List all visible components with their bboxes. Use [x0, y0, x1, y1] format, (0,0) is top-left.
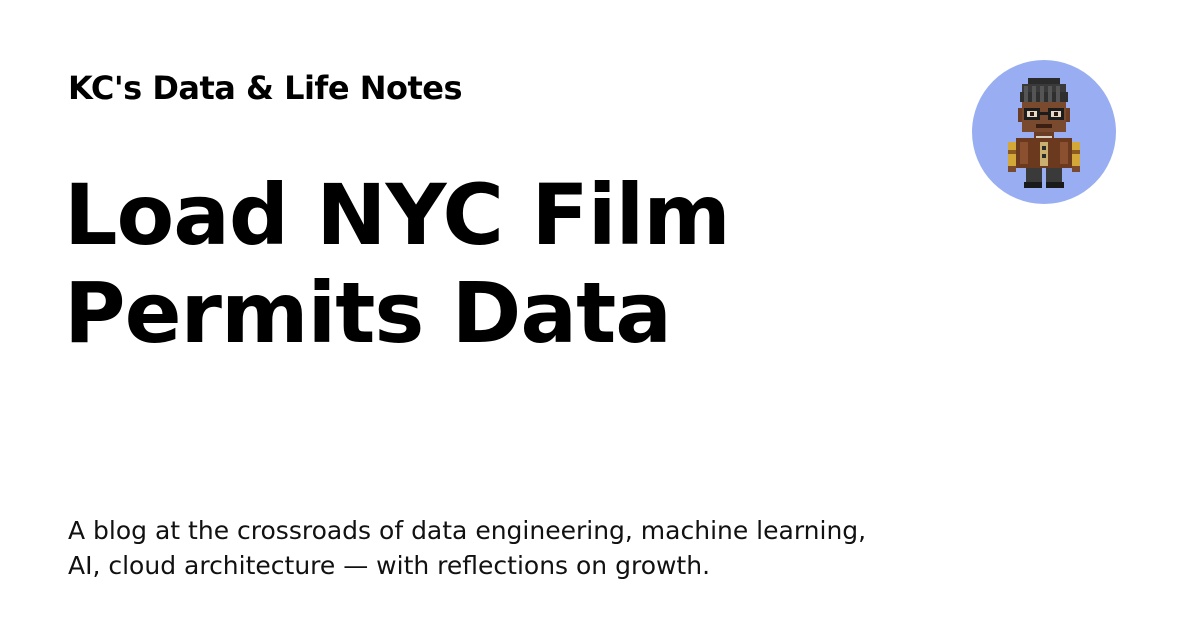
og-card: KC's Data & Life Notes Load NYC Film Per… [0, 0, 1200, 630]
post-title-line-1: Load NYC Film [64, 166, 731, 264]
site-description-line-1: A blog at the crossroads of data enginee… [68, 516, 867, 545]
avatar [972, 60, 1116, 204]
site-description-line-2: AI, cloud architecture — with reflection… [68, 551, 711, 580]
post-title: Load NYC Film Permits Data [64, 166, 864, 362]
site-description: A blog at the crossroads of data enginee… [68, 513, 928, 583]
site-title: KC's Data & Life Notes [68, 69, 463, 107]
post-title-line-2: Permits Data [64, 264, 672, 362]
pixel-art-avatar-icon [1008, 78, 1080, 188]
